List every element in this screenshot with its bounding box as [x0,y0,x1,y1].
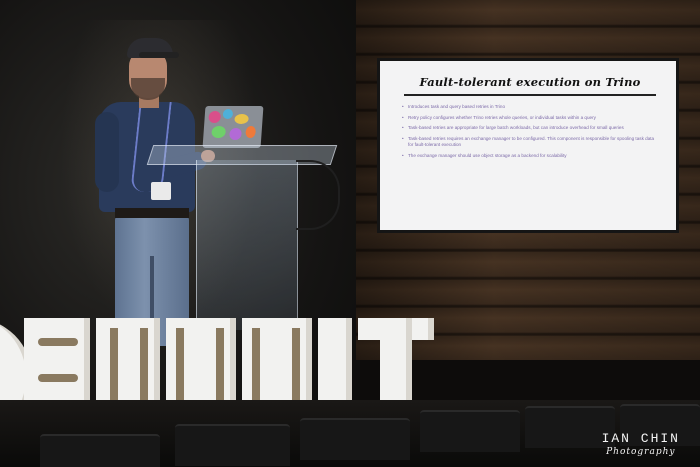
left-arm [95,112,119,192]
photo-scene: Fault-tolerant execution on Trino Introd… [0,0,700,467]
seat [175,424,290,466]
belt [115,208,189,218]
photographer-watermark: IAN CHIN Photography [602,431,680,457]
slide-bullet: The exchange manager should use object s… [402,153,658,160]
title-underline [404,94,656,96]
audience-seating [0,400,700,467]
acrylic-podium [196,160,298,330]
sticker [229,128,242,140]
slide-bullet: Introduces task and query based retries … [402,104,658,111]
laptop-with-stickers [202,106,264,148]
seat [300,418,410,460]
beard [131,78,165,100]
letter-shadow [38,374,78,382]
slide-bullet: Task-based retries requires an exchange … [402,136,658,149]
sticker [245,126,257,138]
name-badge [151,182,171,200]
presentation-screen: Fault-tolerant execution on Trino Introd… [377,58,679,233]
slide-bullet: Task-based retries are appropriate for l… [402,125,658,132]
sticker [208,111,222,123]
slide: Fault-tolerant execution on Trino Introd… [380,61,676,230]
cap-brim [139,52,179,58]
slide-bullets: Introduces task and query based retries … [402,104,658,160]
seat [40,434,160,467]
slide-title: Fault-tolerant execution on Trino [419,75,641,89]
sticker [222,109,234,119]
watermark-name: IAN CHIN [601,431,680,446]
sticker [234,114,249,124]
letter-shadow [38,338,78,346]
slide-bullet: Retry policy configures whether Trino re… [402,115,658,122]
watermark-subtitle: Photography [606,447,676,457]
seat [420,410,520,452]
sticker [211,126,227,138]
